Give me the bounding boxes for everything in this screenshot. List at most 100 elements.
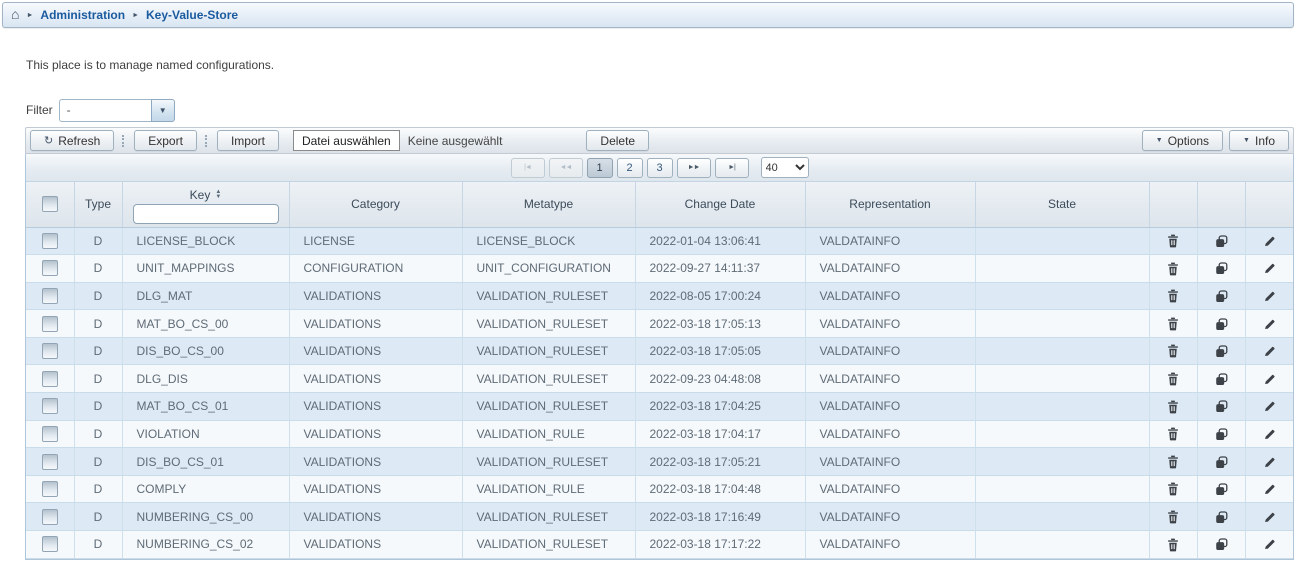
row-checkbox[interactable] (42, 536, 58, 552)
row-checkbox[interactable] (42, 454, 58, 470)
breadcrumb-separator-icon: ► (26, 12, 33, 19)
row-checkbox[interactable] (42, 398, 58, 414)
row-checkbox[interactable] (42, 481, 58, 497)
chevron-down-icon[interactable]: ▼ (151, 99, 175, 122)
copy-row-button[interactable] (1215, 262, 1228, 275)
sort-icon[interactable]: ▲ ▼ (215, 190, 221, 200)
delete-row-button[interactable] (1167, 372, 1179, 386)
file-choose-button[interactable]: Datei auswählen (293, 130, 400, 151)
delete-row-button[interactable] (1167, 234, 1179, 248)
copy-row-button[interactable] (1215, 400, 1228, 413)
edit-row-button[interactable] (1263, 235, 1276, 248)
delete-row-button[interactable] (1167, 538, 1179, 552)
cell-metatype: VALIDATION_RULESET (462, 365, 635, 393)
copy-row-button[interactable] (1215, 290, 1228, 303)
edit-row-button[interactable] (1263, 456, 1276, 469)
cell-state (975, 393, 1149, 421)
row-checkbox[interactable] (42, 288, 58, 304)
cell-category: VALIDATIONS (289, 393, 462, 421)
copy-row-button[interactable] (1215, 428, 1228, 441)
edit-row-button[interactable] (1263, 400, 1276, 413)
page-button-2[interactable]: 2 (617, 158, 643, 178)
row-checkbox[interactable] (42, 260, 58, 276)
last-page-button[interactable]: ►| (715, 158, 749, 178)
column-header-delete (1149, 182, 1197, 227)
previous-page-button[interactable]: ◄◄ (549, 158, 583, 178)
home-icon[interactable]: ⌂ (11, 7, 19, 21)
column-label-key[interactable]: Key (190, 188, 211, 202)
delete-row-button[interactable] (1167, 262, 1179, 276)
row-checkbox[interactable] (42, 426, 58, 442)
copy-row-button[interactable] (1215, 538, 1228, 551)
first-page-button[interactable]: |◄ (511, 158, 545, 178)
edit-row-button[interactable] (1263, 318, 1276, 331)
delete-row-button[interactable] (1167, 510, 1179, 524)
row-checkbox[interactable] (42, 371, 58, 387)
delete-row-button[interactable] (1167, 455, 1179, 469)
delete-row-button[interactable] (1167, 400, 1179, 414)
edit-row-button[interactable] (1263, 428, 1276, 441)
options-menu-button[interactable]: ▼ Options (1142, 130, 1223, 151)
cell-state (975, 282, 1149, 310)
cell-representation: VALDATAINFO (805, 255, 975, 283)
edit-row-button[interactable] (1263, 373, 1276, 386)
delete-row-button[interactable] (1167, 482, 1179, 496)
file-status-text: Keine ausgewählt (408, 134, 503, 148)
row-checkbox[interactable] (42, 509, 58, 525)
first-page-icon: |◄ (524, 164, 531, 171)
delete-row-button[interactable] (1167, 289, 1179, 303)
trash-icon (1167, 427, 1179, 441)
breadcrumb-separator-icon: ► (132, 12, 139, 19)
edit-row-button[interactable] (1263, 262, 1276, 275)
page-size-select[interactable]: 40 (761, 157, 809, 178)
row-checkbox-cell (26, 227, 74, 255)
refresh-button[interactable]: ↻ Refresh (30, 130, 114, 151)
filter-dropdown[interactable]: - ▼ (59, 99, 175, 122)
cell-change-date: 2022-03-18 17:05:21 (635, 448, 805, 476)
breadcrumb-key-value-store[interactable]: Key-Value-Store (146, 8, 238, 22)
edit-row-button[interactable] (1263, 345, 1276, 358)
info-label: Info (1255, 134, 1275, 148)
edit-row-button[interactable] (1263, 483, 1276, 496)
cell-representation: VALDATAINFO (805, 337, 975, 365)
row-checkbox[interactable] (42, 316, 58, 332)
cell-state (975, 531, 1149, 559)
delete-row-button[interactable] (1167, 344, 1179, 358)
cell-copy (1197, 503, 1245, 531)
key-filter-input[interactable] (133, 204, 279, 224)
cell-copy (1197, 448, 1245, 476)
delete-button[interactable]: Delete (586, 130, 649, 151)
cell-state (975, 448, 1149, 476)
last-page-icon: ►| (728, 164, 735, 171)
cell-change-date: 2022-03-18 17:16:49 (635, 503, 805, 531)
breadcrumb-administration[interactable]: Administration (40, 8, 125, 22)
cell-copy (1197, 531, 1245, 559)
next-page-button[interactable]: ►► (677, 158, 711, 178)
cell-copy (1197, 475, 1245, 503)
delete-row-button[interactable] (1167, 317, 1179, 331)
cell-change-date: 2022-09-27 14:11:37 (635, 255, 805, 283)
copy-row-button[interactable] (1215, 456, 1228, 469)
edit-row-button[interactable] (1263, 290, 1276, 303)
edit-row-button[interactable] (1263, 511, 1276, 524)
copy-row-button[interactable] (1215, 483, 1228, 496)
export-button[interactable]: Export (134, 130, 197, 151)
page-button-3[interactable]: 3 (647, 158, 673, 178)
copy-row-button[interactable] (1215, 318, 1228, 331)
copy-row-button[interactable] (1215, 373, 1228, 386)
copy-row-button[interactable] (1215, 235, 1228, 248)
filter-selected-value: - (59, 99, 151, 122)
cell-metatype: VALIDATION_RULESET (462, 503, 635, 531)
select-all-checkbox[interactable] (42, 196, 58, 212)
cell-edit (1245, 475, 1293, 503)
page-button-1[interactable]: 1 (587, 158, 613, 178)
import-button[interactable]: Import (217, 130, 279, 151)
copy-row-button[interactable] (1215, 345, 1228, 358)
edit-row-button[interactable] (1263, 538, 1276, 551)
row-checkbox[interactable] (42, 233, 58, 249)
copy-row-button[interactable] (1215, 511, 1228, 524)
info-menu-button[interactable]: ▼ Info (1229, 130, 1289, 151)
row-checkbox[interactable] (42, 343, 58, 359)
table-body: D LICENSE_BLOCK LICENSE LICENSE_BLOCK 20… (26, 227, 1293, 558)
delete-row-button[interactable] (1167, 427, 1179, 441)
